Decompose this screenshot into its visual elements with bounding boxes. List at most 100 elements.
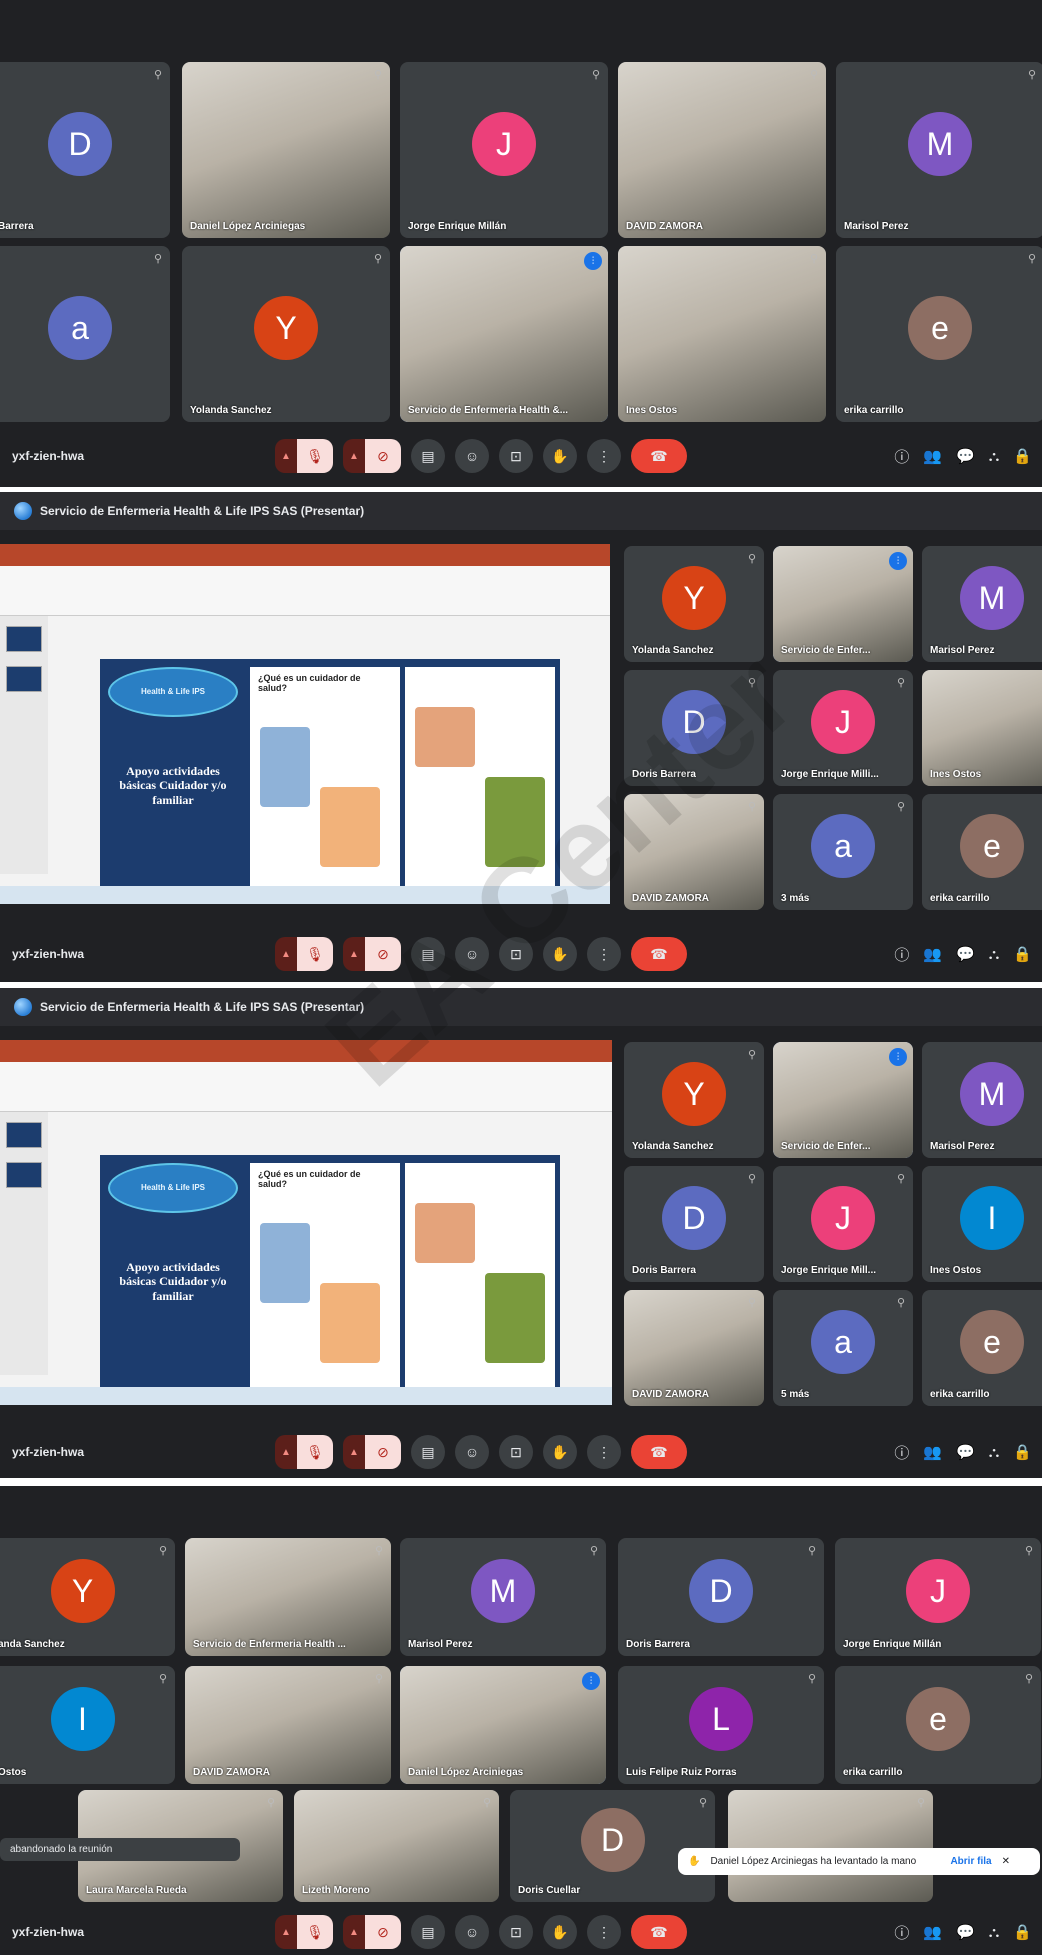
activities-icon[interactable]: ⛬ [989,1444,1000,1461]
more-options-button[interactable]: ⋮ [587,439,621,473]
emoji-button[interactable]: ☺ [455,937,489,971]
present-button[interactable]: ⊡ [499,1435,533,1469]
participant-tile[interactable]: ⚲Ines Ostos [618,246,826,422]
mic-off-icon[interactable]: 🎙 [297,937,333,971]
participant-tile[interactable]: ⚲ Lizeth Moreno [294,1790,499,1902]
chevron-up-icon[interactable]: ▲ [275,937,297,971]
present-button[interactable]: ⊡ [499,937,533,971]
participant-tile[interactable]: D ⚲ Doris Barrera [624,670,764,786]
participant-tile[interactable]: ⚲ DAVID ZAMORA [185,1666,391,1784]
leave-call-button[interactable]: ☎ [631,1915,687,1949]
participant-tile[interactable]: J ⚲ Jorge Enrique Millán [400,62,608,238]
mic-off-icon[interactable]: 🎙 [297,1915,333,1949]
participant-tile[interactable]: D ⚲ Barrera [0,62,170,238]
participant-tile[interactable]: Y ⚲ Yolanda Sanchez [624,1042,764,1158]
slide-thumbnail[interactable] [6,1162,42,1188]
raise-hand-button[interactable]: ✋ [543,1435,577,1469]
chat-icon[interactable]: 💬 [956,945,975,963]
captions-button[interactable]: ▤ [411,1435,445,1469]
camera-toggle[interactable]: ▲ ⊘ [343,937,401,971]
participant-tile[interactable]: I⚲Ines Ostos [922,1166,1042,1282]
participant-tile[interactable]: a ⚲ [0,246,170,422]
participant-tile[interactable]: a ⚲ 5 más [773,1290,913,1406]
lock-icon[interactable]: 🔒 [1013,447,1032,465]
camera-toggle[interactable]: ▲ ⊘ [343,1915,401,1949]
participant-tile[interactable]: D ⚲ Doris Barrera [618,1538,824,1656]
more-options-button[interactable]: ⋮ [587,937,621,971]
participant-tile[interactable]: ⚲ Servicio de Enfermeria Health ... [185,1538,391,1656]
people-icon[interactable]: 👥 [923,447,942,465]
slide-thumbnail[interactable] [6,1122,42,1148]
camera-off-icon[interactable]: ⊘ [365,1435,401,1469]
open-queue-link[interactable]: Abrir fila [950,1856,991,1867]
mic-toggle[interactable]: ▲ 🎙 [275,1435,333,1469]
participant-tile[interactable]: e⚲erika carrillo [836,246,1042,422]
camera-off-icon[interactable]: ⊘ [365,439,401,473]
participant-tile[interactable]: e⚲erika carrillo [922,794,1042,910]
captions-button[interactable]: ▤ [411,1915,445,1949]
activities-icon[interactable]: ⛬ [989,946,1000,963]
leave-call-button[interactable]: ☎ [631,439,687,473]
chat-icon[interactable]: 💬 [956,1443,975,1461]
chevron-up-icon[interactable]: ▲ [275,1915,297,1949]
chat-icon[interactable]: 💬 [956,1923,975,1941]
captions-button[interactable]: ▤ [411,439,445,473]
camera-toggle[interactable]: ▲ ⊘ [343,439,401,473]
raise-hand-button[interactable]: ✋ [543,937,577,971]
camera-toggle[interactable]: ▲ ⊘ [343,1435,401,1469]
more-options-button[interactable]: ⋮ [587,1435,621,1469]
participant-tile[interactable]: e⚲erika carrillo [835,1666,1041,1784]
people-icon[interactable]: 👥 [923,1923,942,1941]
camera-off-icon[interactable]: ⊘ [365,1915,401,1949]
raise-hand-button[interactable]: ✋ [543,1915,577,1949]
participant-tile[interactable]: ⚲ DAVID ZAMORA [618,62,826,238]
captions-button[interactable]: ▤ [411,937,445,971]
present-button[interactable]: ⊡ [499,1915,533,1949]
leave-call-button[interactable]: ☎ [631,937,687,971]
leave-call-button[interactable]: ☎ [631,1435,687,1469]
participant-tile[interactable]: a ⚲ 3 más [773,794,913,910]
more-options-button[interactable]: ⋮ [587,1915,621,1949]
chevron-up-icon[interactable]: ▲ [343,1915,365,1949]
close-icon[interactable]: ✕ [1002,1856,1010,1867]
participant-tile[interactable]: ⫶ Servicio de Enfer... [773,1042,913,1158]
participant-tile[interactable]: M⚲Marisol Perez [922,1042,1042,1158]
people-icon[interactable]: 👥 [923,945,942,963]
participant-tile[interactable]: L ⚲ Luis Felipe Ruiz Porras [618,1666,824,1784]
info-icon[interactable]: ⓘ [894,1922,909,1943]
participant-tile[interactable]: ⚲Ines Ostos [922,670,1042,786]
participant-tile[interactable]: Y ⚲ anda Sanchez [0,1538,175,1656]
emoji-button[interactable]: ☺ [455,1435,489,1469]
raise-hand-button[interactable]: ✋ [543,439,577,473]
lock-icon[interactable]: 🔒 [1013,1443,1032,1461]
chevron-up-icon[interactable]: ▲ [343,1435,365,1469]
slide-thumbnail[interactable] [6,626,42,652]
activities-icon[interactable]: ⛬ [989,448,1000,465]
participant-tile[interactable]: ⚲ DAVID ZAMORA [624,1290,764,1406]
participant-tile[interactable]: Y ⚲ Yolanda Sanchez [624,546,764,662]
info-icon[interactable]: ⓘ [894,446,909,467]
participant-tile[interactable]: I ⚲ Ostos [0,1666,175,1784]
participant-tile[interactable]: ⫶ Daniel López Arciniegas [400,1666,606,1784]
participant-tile[interactable]: M⚲Marisol Perez [922,546,1042,662]
people-icon[interactable]: 👥 [923,1443,942,1461]
participant-tile[interactable]: Y ⚲ Yolanda Sanchez [182,246,390,422]
slide-thumbnail[interactable] [6,666,42,692]
emoji-button[interactable]: ☺ [455,439,489,473]
activities-icon[interactable]: ⛬ [989,1924,1000,1941]
participant-tile[interactable]: J ⚲ Jorge Enrique Millán [835,1538,1041,1656]
info-icon[interactable]: ⓘ [894,1442,909,1463]
mic-off-icon[interactable]: 🎙 [297,439,333,473]
participant-tile[interactable]: M⚲Marisol Perez [400,1538,606,1656]
mic-toggle[interactable]: ▲ 🎙 [275,1915,333,1949]
info-icon[interactable]: ⓘ [894,944,909,965]
lock-icon[interactable]: 🔒 [1013,1923,1032,1941]
chevron-up-icon[interactable]: ▲ [343,439,365,473]
participant-tile[interactable]: J ⚲ Jorge Enrique Milli... [773,670,913,786]
participant-tile[interactable]: ⚲ Daniel López Arciniegas [182,62,390,238]
chat-icon[interactable]: 💬 [956,447,975,465]
participant-tile[interactable]: J ⚲ Jorge Enrique Mill... [773,1166,913,1282]
chevron-up-icon[interactable]: ▲ [275,439,297,473]
participant-tile[interactable]: D ⚲ Doris Barrera [624,1166,764,1282]
chevron-up-icon[interactable]: ▲ [275,1435,297,1469]
